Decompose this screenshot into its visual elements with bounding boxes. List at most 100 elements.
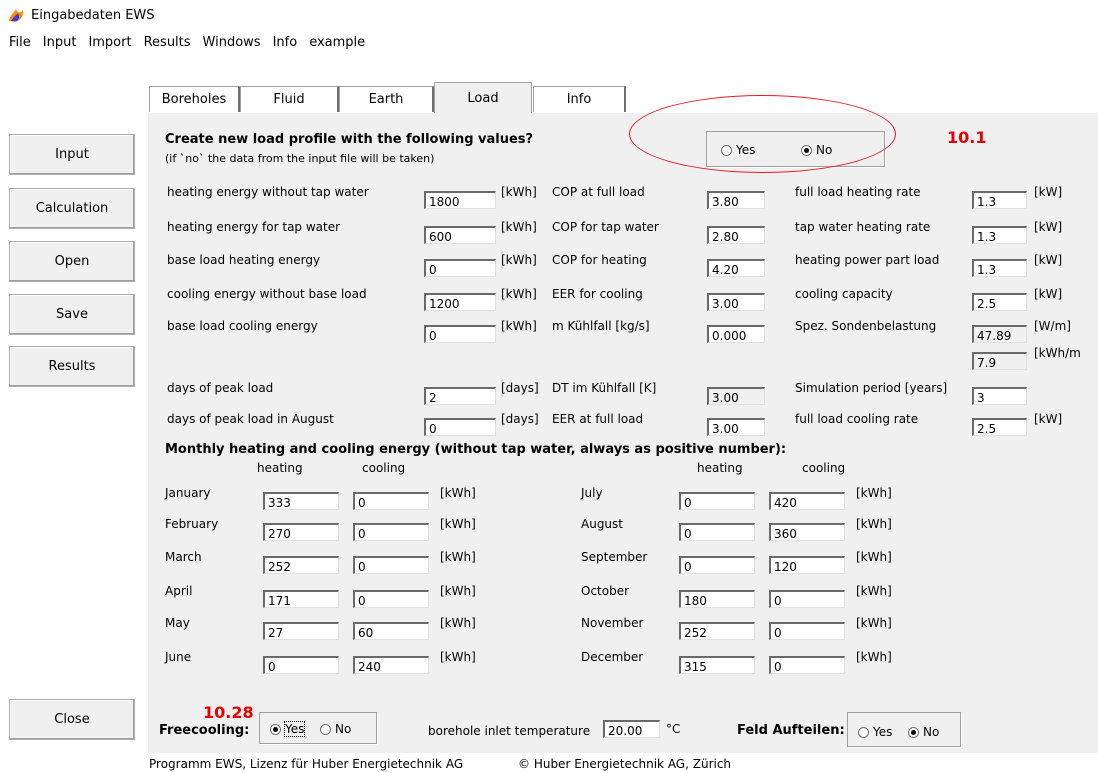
tab-boreholes[interactable]: Boreholes (149, 86, 240, 112)
param-input[interactable]: 600 (424, 226, 496, 244)
param-input[interactable]: 1.3 (972, 259, 1027, 277)
month-unit: [kWh] (440, 650, 476, 664)
param-input[interactable]: 2 (424, 387, 496, 405)
window-title-bar: Eingabedaten EWS (7, 4, 155, 26)
feld-no-radio[interactable]: No (908, 725, 939, 739)
param-unit: [kW] (1034, 220, 1063, 234)
tab-earth[interactable]: Earth (339, 86, 434, 112)
month-unit: [kWh] (856, 517, 892, 531)
cooling-input[interactable]: 60 (353, 622, 429, 640)
heating-header-left: heating (257, 461, 303, 475)
window-title: Eingabedaten EWS (31, 7, 155, 23)
param-label: base load heating energy (167, 253, 321, 267)
param-label: COP for tap water (552, 220, 659, 234)
month-unit: [kWh] (856, 584, 892, 598)
save-button[interactable]: Save (9, 294, 135, 335)
menu-item-file[interactable]: File (0, 35, 37, 55)
cooling-input[interactable]: 120 (769, 556, 845, 574)
cooling-input[interactable]: 420 (769, 492, 845, 510)
month-unit: [kWh] (856, 650, 892, 664)
menu-item-windows[interactable]: Windows (197, 35, 267, 55)
open-button[interactable]: Open (9, 241, 135, 282)
param-unit: [kW] (1034, 185, 1063, 199)
heating-input[interactable]: 315 (679, 656, 755, 674)
cooling-input[interactable]: 360 (769, 523, 845, 541)
heating-input[interactable]: 252 (263, 556, 339, 574)
menu-bar: File Input Import Results Windows Info example (0, 35, 371, 55)
param-input[interactable]: 1.3 (972, 191, 1027, 209)
copyright-text: © Huber Energietechnik AG, Zürich (518, 757, 732, 771)
cooling-input[interactable]: 0 (353, 523, 429, 541)
freecooling-no-radio[interactable]: No (320, 722, 351, 736)
month-unit: [kWh] (856, 550, 892, 564)
menu-item-results[interactable]: Results (138, 35, 197, 55)
cooling-input[interactable]: 0 (353, 492, 429, 510)
heating-header-right: heating (697, 461, 743, 475)
feld-no-label: No (923, 725, 940, 739)
heating-input[interactable]: 0 (263, 656, 339, 674)
param-input[interactable]: 0.000 (707, 325, 765, 343)
param-label: full load heating rate (795, 185, 921, 199)
freecooling-label: Freecooling: (159, 723, 250, 738)
calculation-button[interactable]: Calculation (9, 188, 135, 229)
month-label: July (581, 486, 603, 500)
freecooling-yes-radio[interactable]: Yes (270, 721, 306, 737)
param-input[interactable]: 2.80 (707, 226, 765, 244)
menu-item-example[interactable]: example (303, 35, 371, 55)
heating-input[interactable]: 252 (679, 622, 755, 640)
month-unit: [kWh] (440, 584, 476, 598)
cooling-input[interactable]: 0 (353, 556, 429, 574)
param-input[interactable]: 2.5 (972, 293, 1027, 311)
fc-no-label: No (335, 722, 352, 736)
param-input[interactable]: 3 (972, 387, 1027, 405)
param-input[interactable]: 3.80 (707, 191, 765, 209)
param-readonly: 47.89 (972, 325, 1027, 343)
tab-load[interactable]: Load (434, 82, 532, 113)
tab-info[interactable]: Info (533, 86, 626, 112)
heating-input[interactable]: 0 (679, 556, 755, 574)
inlet-temperature-input[interactable]: 20.00 (603, 720, 660, 738)
param-input[interactable]: 3.00 (707, 293, 765, 311)
heating-input[interactable]: 27 (263, 622, 339, 640)
param-unit: [kWh] (501, 220, 537, 234)
close-button[interactable]: Close (9, 699, 135, 740)
heating-input[interactable]: 270 (263, 523, 339, 541)
cooling-input[interactable]: 0 (769, 590, 845, 608)
month-label: December (581, 650, 644, 664)
freecooling-radio-group: Yes No (259, 712, 377, 744)
param-input[interactable]: 1800 (424, 191, 496, 209)
cooling-input[interactable]: 0 (353, 590, 429, 608)
param-input[interactable]: 0 (424, 325, 496, 343)
param-input[interactable]: 1200 (424, 293, 496, 311)
param-unit: [kWh] (501, 287, 537, 301)
param-input[interactable]: 4.20 (707, 259, 765, 277)
cooling-input[interactable]: 240 (353, 656, 429, 674)
param-input[interactable]: 1.3 (972, 226, 1027, 244)
param-input[interactable]: 0 (424, 259, 496, 277)
month-unit: [kWh] (440, 550, 476, 564)
month-label: April (165, 584, 193, 598)
heating-input[interactable]: 0 (679, 492, 755, 510)
results-button[interactable]: Results (9, 346, 135, 387)
param-input[interactable]: 2.5 (972, 418, 1027, 436)
param-input[interactable]: 3.00 (707, 418, 765, 436)
heating-input[interactable]: 180 (679, 590, 755, 608)
license-text: Programm EWS, Lizenz für Huber Energiete… (149, 757, 464, 771)
heating-input[interactable]: 333 (263, 492, 339, 510)
param-input[interactable]: 0 (424, 418, 496, 436)
menu-item-import[interactable]: Import (82, 35, 137, 55)
param-label: EER at full load (552, 412, 644, 426)
annotation-ellipse (629, 95, 896, 173)
menu-item-info[interactable]: Info (267, 35, 304, 55)
param-readonly: 3.00 (707, 387, 765, 405)
feld-yes-radio[interactable]: Yes (858, 725, 892, 739)
heating-input[interactable]: 171 (263, 590, 339, 608)
flame-app-icon (9, 9, 24, 22)
input-button[interactable]: Input (9, 134, 135, 175)
cooling-input[interactable]: 0 (769, 622, 845, 640)
tab-fluid[interactable]: Fluid (240, 86, 339, 112)
param-label: tap water heating rate (795, 220, 931, 234)
heating-input[interactable]: 0 (679, 523, 755, 541)
cooling-input[interactable]: 0 (769, 656, 845, 674)
menu-item-input[interactable]: Input (37, 35, 83, 55)
